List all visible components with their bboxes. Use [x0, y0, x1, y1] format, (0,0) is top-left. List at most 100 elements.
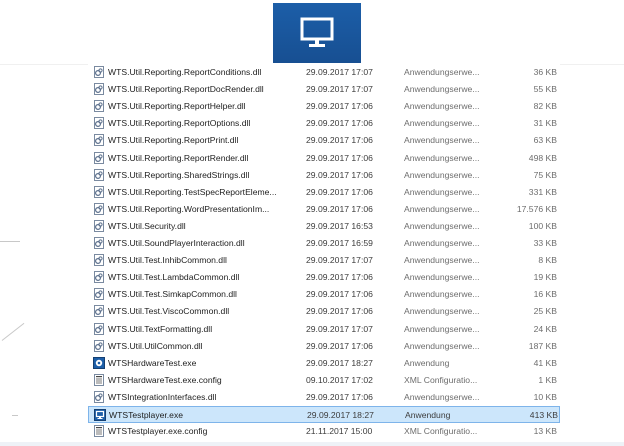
file-name: WTS.Util.Test.ViscoCommon.dll [108, 306, 230, 317]
dll-file-icon [93, 185, 105, 198]
file-size: 31 KB [533, 118, 557, 129]
file-row[interactable]: WTS.Util.Test.SimkapCommon.dll 29.09.2017… [88, 286, 560, 303]
file-name: WTS.Util.Test.LambdaCommon.dll [108, 272, 240, 283]
file-date-modified: 29.09.2017 16:59 [306, 238, 373, 248]
dll-file-icon [93, 271, 105, 284]
file-row[interactable]: WTS.Util.Reporting.ReportConditions.dll 2… [88, 64, 560, 81]
file-size: 1 KB [538, 374, 557, 385]
file-size: 10 KB [533, 391, 557, 402]
file-name: WTS.Util.Reporting.TestSpecReportEleme..… [108, 186, 277, 197]
status-strip [0, 442, 624, 446]
file-name: WTS.Util.Reporting.WordPresentationIm... [108, 203, 270, 214]
exe-gear-icon [93, 356, 105, 369]
file-date-modified: 29.09.2017 17:07 [306, 255, 373, 266]
exe-monitor-icon [94, 409, 106, 421]
file-size: 25 KB [533, 306, 557, 317]
file-row[interactable]: WTSTestplayer.exe 29.09.2017 18:27 Anwendu… [88, 406, 560, 423]
file-name: WTS.Util.Test.SimkapCommon.dll [108, 289, 237, 300]
file-name: WTS.Util.Reporting.ReportDocRender.dll [108, 84, 264, 95]
file-row[interactable]: WTS.Util.Reporting.ReportPrint.dll 29.09.… [88, 132, 560, 149]
decorative-line [12, 415, 18, 416]
dll-file-icon [93, 322, 105, 335]
file-date-modified: 29.09.2017 17:07 [306, 323, 373, 334]
dll-file-icon [93, 117, 105, 130]
decorative-line [1, 322, 25, 341]
dll-file-icon [93, 305, 105, 318]
file-date-modified: 29.09.2017 17:07 [306, 67, 373, 77]
dll-file-icon [93, 254, 105, 267]
dll-file-icon [93, 168, 105, 181]
dll-file-icon [93, 237, 105, 249]
file-row[interactable]: WTS.Util.Reporting.ReportDocRender.dll 29… [88, 81, 560, 98]
file-name: WTS.Util.Test.InhibCommon.dll [108, 255, 227, 266]
file-size: 82 KB [533, 101, 557, 112]
file-date-modified: 29.09.2017 17:06 [306, 169, 373, 180]
dll-file-icon [93, 288, 105, 301]
file-date-modified: 29.09.2017 16:53 [306, 220, 373, 231]
file-size: 187 KB [528, 340, 557, 351]
file-date-modified: 29.09.2017 17:06 [306, 203, 373, 214]
file-row[interactable]: WTS.Util.Test.LambdaCommon.dll 29.09.2017… [88, 269, 560, 286]
dll-file-icon [93, 219, 105, 232]
file-size: 19 KB [533, 272, 557, 283]
file-date-modified: 29.09.2017 17:06 [306, 101, 373, 112]
file-name: WTSHardwareTest.exe.config [108, 374, 222, 385]
file-date-modified: 29.09.2017 17:06 [306, 186, 373, 197]
file-size: 63 KB [533, 135, 557, 146]
dll-file-icon [93, 151, 105, 164]
file-date-modified: 09.10.2017 17:02 [306, 374, 373, 385]
file-name: WTS.Util.Security.dll [108, 220, 186, 231]
file-size: 8 KB [538, 255, 557, 266]
file-date-modified: 29.09.2017 17:07 [306, 84, 373, 95]
file-size: 13 KB [533, 426, 557, 437]
file-name: WTSTestplayer.exe [109, 410, 184, 420]
file-row[interactable]: WTSHardwareTest.exe 29.09.2017 18:27 Anwen… [88, 355, 560, 372]
file-size: 55 KB [533, 84, 557, 95]
file-row[interactable]: WTS.Util.Reporting.ReportHelper.dll 29.09… [88, 98, 560, 115]
file-size: 498 KB [528, 152, 557, 163]
file-size: 16 KB [533, 289, 557, 300]
app-icon-tile[interactable] [273, 3, 361, 63]
explorer-screenshot: WTS.Util.Reporting.ReportConditions.dll 2… [0, 0, 624, 446]
config-file-icon [93, 425, 105, 438]
file-name: WTS.Util.UtilCommon.dll [108, 340, 203, 351]
config-file-icon [93, 373, 105, 386]
file-row[interactable]: WTS.Util.Reporting.ReportRender.dll 29.09… [88, 150, 560, 167]
file-date-modified: 29.09.2017 17:06 [306, 289, 373, 300]
monitor-icon [300, 17, 334, 47]
dll-file-icon [93, 134, 105, 147]
file-row[interactable]: WTS.Util.Reporting.WordPresentationIm...… [88, 201, 560, 218]
file-size: 33 KB [533, 238, 557, 248]
file-size: 75 KB [533, 169, 557, 180]
file-row[interactable]: WTSHardwareTest.exe.config 09.10.2017 17:… [88, 372, 560, 389]
dll-file-icon [93, 390, 105, 403]
file-date-modified: 29.09.2017 17:06 [306, 340, 373, 351]
file-name: WTSHardwareTest.exe [108, 357, 197, 368]
file-name: WTSIntegrationInterfaces.dll [108, 391, 217, 402]
dll-file-icon [93, 202, 105, 215]
dll-file-icon [93, 100, 105, 113]
file-row[interactable]: WTS.Util.TextFormatting.dll 29.09.2017 17… [88, 321, 560, 338]
file-row[interactable]: WTS.Util.UtilCommon.dll 29.09.2017 17:06 A… [88, 338, 560, 355]
file-name: WTS.Util.SoundPlayerInteraction.dll [108, 238, 245, 248]
file-name: WTS.Util.Reporting.ReportHelper.dll [108, 101, 246, 112]
file-size: 100 KB [528, 220, 557, 231]
file-name: WTS.Util.Reporting.ReportConditions.dll [108, 67, 262, 77]
file-row[interactable]: WTS.Util.Reporting.SharedStrings.dll 29.0… [88, 167, 560, 184]
file-row[interactable]: WTS.Util.Security.dll 29.09.2017 16:53 Anw… [88, 218, 560, 235]
file-row[interactable]: WTS.Util.Test.ViscoCommon.dll 29.09.2017 … [88, 303, 560, 320]
file-size: 36 KB [533, 67, 557, 77]
file-size: 331 KB [528, 186, 557, 197]
decorative-line [0, 241, 20, 242]
file-row[interactable]: WTS.Util.Reporting.TestSpecReportEleme..… [88, 184, 560, 201]
dll-file-icon [93, 339, 105, 352]
file-date-modified: 29.09.2017 17:06 [306, 118, 373, 129]
file-row[interactable]: WTS.Util.Test.InhibCommon.dll 29.09.2017 … [88, 252, 560, 269]
file-row[interactable]: WTSTestplayer.exe.config 21.11.2017 15:00… [88, 423, 560, 440]
file-row[interactable]: WTS.Util.SoundPlayerInteraction.dll 29.09… [88, 235, 560, 252]
file-size: 41 KB [533, 357, 557, 368]
file-row[interactable]: WTSIntegrationInterfaces.dll 29.09.2017 1… [88, 389, 560, 406]
file-date-modified: 29.09.2017 17:06 [306, 152, 373, 163]
file-name: WTS.Util.TextFormatting.dll [108, 323, 213, 334]
file-row[interactable]: WTS.Util.Reporting.ReportOptions.dll 29.0… [88, 115, 560, 132]
